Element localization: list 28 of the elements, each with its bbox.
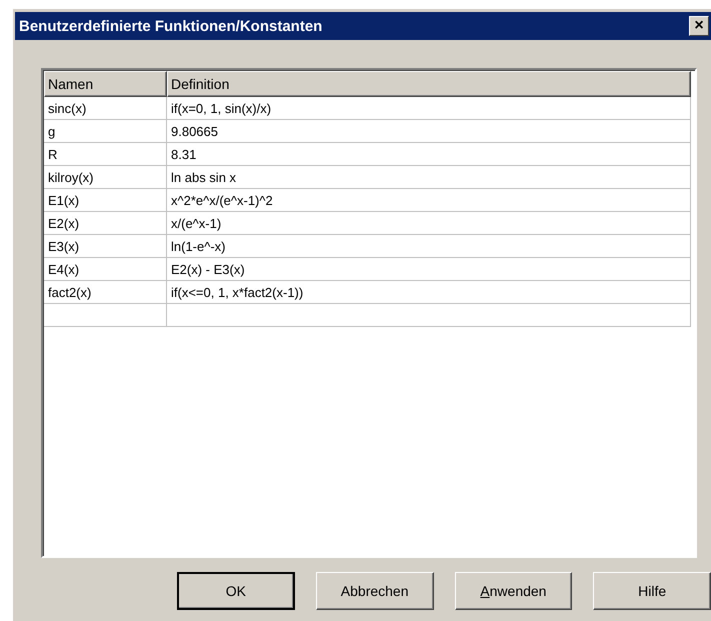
table-cell[interactable]: ln(1-e^-x) — [167, 235, 691, 258]
table-cell[interactable] — [167, 304, 691, 327]
table-cell[interactable]: E3(x) — [44, 235, 167, 258]
close-button[interactable]: × — [689, 16, 709, 36]
table-cell[interactable]: E1(x) — [44, 189, 167, 212]
dialog-button[interactable]: Abbrechen — [316, 572, 434, 610]
window-title: Benutzerdefinierte Funktionen/Konstanten — [19, 18, 322, 34]
table-cell[interactable] — [44, 304, 167, 327]
column-header[interactable]: Namen — [44, 71, 167, 97]
table-cell[interactable]: x/(e^x-1) — [167, 212, 691, 235]
table-cell[interactable]: if(x<=0, 1, x*fact2(x-1)) — [167, 281, 691, 304]
dialog-button[interactable]: Anwenden — [454, 572, 572, 610]
table-cell[interactable]: ln abs sin x — [167, 166, 691, 189]
table-cell[interactable]: E2(x) - E3(x) — [167, 258, 691, 281]
table-cell[interactable]: R — [44, 143, 167, 166]
table-cell[interactable]: E4(x) — [44, 258, 167, 281]
table-cell[interactable]: g — [44, 120, 167, 143]
table-cell[interactable]: if(x=0, 1, sin(x)/x) — [167, 97, 691, 120]
table-cell[interactable]: E2(x) — [44, 212, 167, 235]
dialog-button[interactable]: Hilfe — [593, 572, 711, 610]
column-header[interactable]: Definition — [167, 71, 691, 97]
table-cell[interactable]: 8.31 — [167, 143, 691, 166]
table-cell[interactable]: 9.80665 — [167, 120, 691, 143]
table-cell[interactable]: x^2*e^x/(e^x-1)^2 — [167, 189, 691, 212]
dialog-button[interactable]: OK — [177, 572, 295, 610]
table-cell[interactable]: fact2(x) — [44, 281, 167, 304]
table-cell[interactable]: kilroy(x) — [44, 166, 167, 189]
table-cell[interactable]: sinc(x) — [44, 97, 167, 120]
